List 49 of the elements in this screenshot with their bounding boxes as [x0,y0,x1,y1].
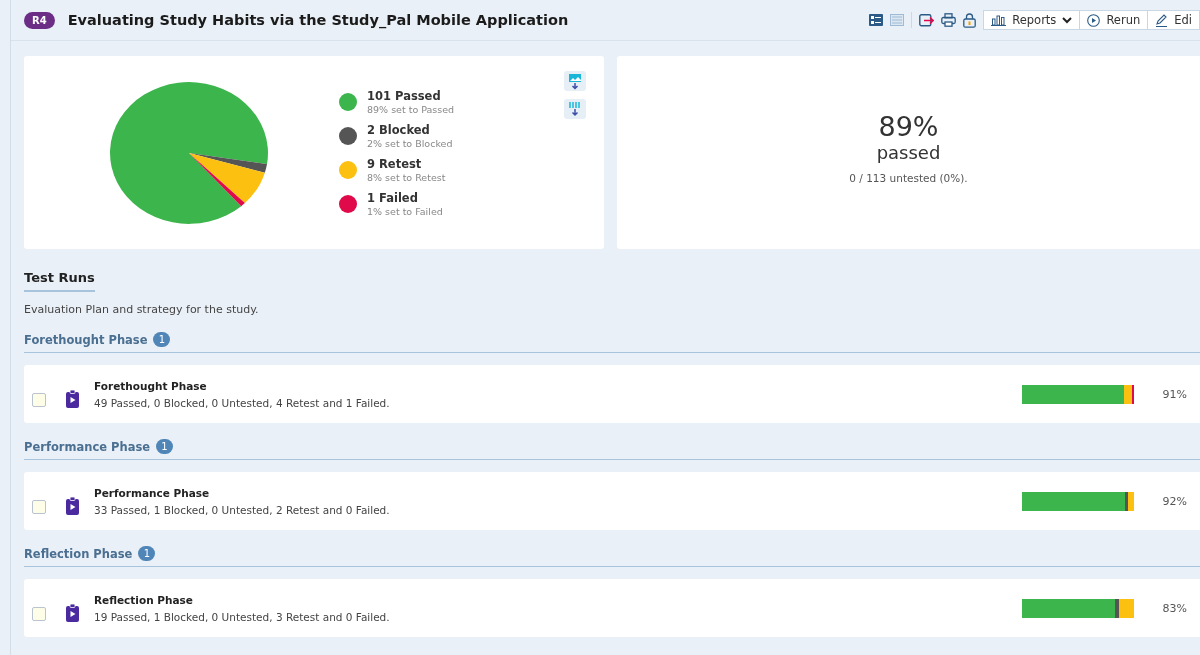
run-percentage: 83% [1161,601,1188,615]
count-badge: 1 [153,332,171,347]
run-title: Performance Phase [94,486,211,499]
lock-icon[interactable] [963,12,977,28]
section-title: Test Runs [24,270,95,292]
run-badge: R4 [24,11,55,29]
count-badge: 1 [156,439,174,454]
caret-icon [1062,16,1073,24]
run-percentage: 91% [1161,387,1188,401]
play-icon [1087,13,1101,27]
run-stats: 33 Passed, 1 Blocked, 0 Untested, 2 Retest and 0 Failed. [94,503,390,516]
checkbox[interactable] [32,393,46,407]
toolbar-button[interactable]: Edi [1147,10,1200,30]
clipboard-play-icon [66,603,79,622]
print-icon[interactable] [941,13,957,27]
toolbar-button[interactable]: Reports [983,10,1081,30]
bar-chart-icon [991,14,1007,26]
legend-caption: 8% set to Retest [367,172,446,183]
run-percentage: 92% [1161,494,1188,508]
pass-percentage: 89% [878,111,939,142]
csv-download-icon[interactable] [564,99,586,119]
legend-label: 1 Failed [367,191,419,205]
legend-caption: 89% set to Passed [367,104,455,115]
section-description: Evaluation Plan and strategy for the study. [24,303,260,316]
page-title: Evaluating Study Habits via the Study_Pal Mobile Application [67,12,569,28]
run-stats: 19 Passed, 1 Blocked, 0 Untested, 3 Retest and 0 Failed. [94,610,390,623]
untested-summary: 0 / 113 untested (0%). [849,172,968,184]
legend-caption: 1% set to Failed [367,206,443,217]
checkbox[interactable] [32,607,46,621]
toolbar-button[interactable]: Rerun [1079,10,1149,30]
legend-caption: 2% set to Blocked [367,138,453,149]
run-stats: 49 Passed, 0 Blocked, 0 Untested, 4 Retest and 1 Failed. [94,396,390,409]
pass-label: passed [876,142,941,163]
checkbox[interactable] [32,500,46,514]
image-download-icon[interactable] [564,71,586,91]
group-title: Performance Phase [24,439,151,454]
details-view-icon[interactable] [869,14,884,26]
legend-label: 9 Retest [367,157,423,171]
pencil-icon [1155,13,1169,27]
group-title: Forethought Phase [24,332,148,347]
legend-label: 2 Blocked [367,123,431,137]
count-badge: 1 [138,546,156,561]
run-title: Forethought Phase [94,379,208,392]
run-title: Reflection Phase [94,593,194,606]
clipboard-play-icon [66,389,79,408]
group-title: Reflection Phase [24,546,133,561]
legend-label: 101 Passed [367,89,442,103]
clipboard-play-icon [66,496,79,515]
export-icon[interactable] [919,13,935,27]
